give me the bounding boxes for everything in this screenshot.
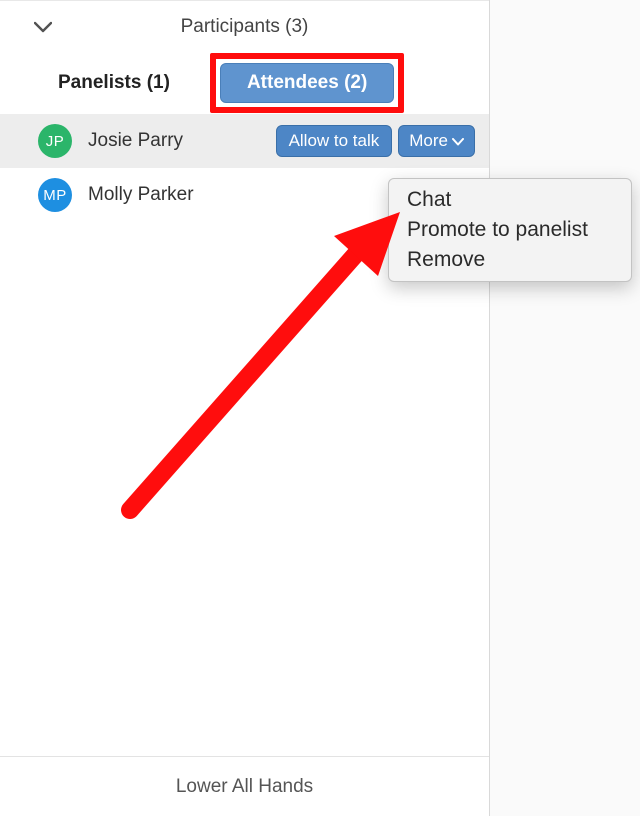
tab-attendees[interactable]: Attendees (2)	[220, 63, 394, 103]
more-menu: Chat Promote to panelist Remove	[388, 178, 632, 282]
chevron-down-icon	[452, 131, 464, 151]
avatar: JP	[38, 124, 72, 158]
allow-to-talk-button[interactable]: Allow to talk	[276, 125, 393, 157]
panel-title: Participants (3)	[0, 16, 489, 38]
attendee-name: Josie Parry	[88, 130, 260, 152]
tab-panelists[interactable]: Panelists (1)	[48, 64, 180, 102]
row-actions: Allow to talk More	[276, 125, 475, 157]
tabs: Panelists (1) Attendees (2)	[0, 52, 489, 114]
attendee-row[interactable]: JP Josie Parry Allow to talk More	[0, 114, 489, 168]
more-button-label: More	[409, 131, 448, 151]
menu-item-promote[interactable]: Promote to panelist	[389, 215, 631, 245]
menu-item-remove[interactable]: Remove	[389, 245, 631, 275]
menu-item-chat[interactable]: Chat	[389, 185, 631, 215]
annotation-highlight-box: Attendees (2)	[210, 53, 404, 113]
chevron-down-icon[interactable]	[34, 21, 52, 33]
panel-header: Participants (3)	[0, 0, 489, 52]
lower-all-hands-button[interactable]: Lower All Hands	[176, 776, 313, 798]
participants-panel: Participants (3) Panelists (1) Attendees…	[0, 0, 490, 816]
spacer	[0, 222, 489, 756]
more-button[interactable]: More	[398, 125, 475, 157]
panel-footer: Lower All Hands	[0, 756, 489, 816]
avatar: MP	[38, 178, 72, 212]
